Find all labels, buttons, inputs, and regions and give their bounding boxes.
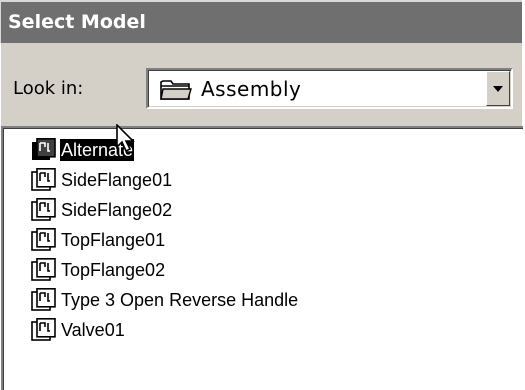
dialog-body: Look in: Assembly Alternate SideFlange01… <box>0 43 523 390</box>
title-bar[interactable]: Select Model <box>0 0 522 43</box>
select-model-dialog: Select Model Look in: Assembly Alternate… <box>0 0 525 390</box>
model-icon <box>31 288 56 311</box>
look-in-value: Assembly <box>201 77 302 101</box>
look-in-label: Look in: <box>13 78 84 99</box>
file-name: Alternate <box>60 139 135 161</box>
folder-icon <box>160 80 192 100</box>
chevron-down-icon <box>493 86 503 92</box>
model-icon <box>31 168 56 191</box>
file-name: TopFlange02 <box>61 260 166 280</box>
file-name: SideFlange01 <box>61 170 173 190</box>
file-name: SideFlange02 <box>61 200 173 220</box>
model-icon <box>31 228 56 251</box>
dropdown-button[interactable] <box>486 71 510 106</box>
file-name: Type 3 Open Reverse Handle <box>61 290 299 310</box>
model-icon <box>32 138 56 160</box>
model-icon <box>31 198 56 221</box>
model-icon <box>31 258 56 281</box>
look-in-dropdown[interactable]: Assembly <box>146 68 513 109</box>
file-name: Valve01 <box>61 320 125 340</box>
model-icon <box>31 318 56 341</box>
file-list[interactable]: Alternate SideFlange01 SideFlange02 TopF… <box>1 126 523 390</box>
file-name: TopFlange01 <box>61 230 166 250</box>
dialog-title: Select Model <box>8 11 146 33</box>
